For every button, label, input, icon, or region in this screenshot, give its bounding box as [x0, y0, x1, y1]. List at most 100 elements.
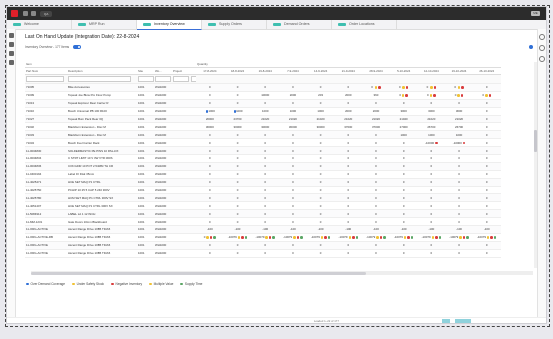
quantity-cell[interactable]: 1000: [279, 107, 307, 116]
filter-cell[interactable]: [154, 74, 172, 84]
filter-cell[interactable]: [25, 74, 67, 84]
quantity-cell[interactable]: 0: [223, 130, 252, 140]
quantity-cell[interactable]: 0: [279, 162, 307, 171]
quantity-cell[interactable]: 0: [196, 154, 224, 163]
quantity-cell[interactable]: 0: [472, 138, 501, 148]
vertical-scroll-thumb[interactable]: [534, 130, 537, 152]
filter-cell[interactable]: [67, 74, 137, 84]
filter-cell[interactable]: [172, 74, 190, 84]
quantity-cell[interactable]: 0: [362, 83, 390, 92]
quantity-cell[interactable]: 0: [445, 241, 473, 250]
quantity-cell[interactable]: 0: [417, 146, 446, 156]
quantity-cell[interactable]: -100: [196, 225, 224, 234]
quantity-cell[interactable]: 1000: [196, 107, 224, 116]
quantity-cell[interactable]: -100: [251, 225, 280, 234]
quantity-cell[interactable]: 0: [196, 99, 224, 108]
quantity-cell[interactable]: -100: [223, 225, 252, 234]
quantity-cell[interactable]: 30000: [279, 122, 307, 132]
quantity-cell[interactable]: 0: [472, 107, 501, 116]
quantity-cell[interactable]: 0: [362, 201, 390, 211]
filter-input[interactable]: [26, 75, 64, 82]
quantity-cell[interactable]: 0: [251, 162, 280, 171]
quantity-cell[interactable]: 0: [279, 209, 307, 219]
quantity-cell[interactable]: 0: [306, 249, 335, 258]
quantity-cell[interactable]: 0: [417, 162, 446, 171]
menu-icon[interactable]: [31, 11, 36, 16]
quantity-cell[interactable]: 0: [306, 217, 335, 227]
quantity-cell[interactable]: 203: [306, 91, 335, 100]
quantity-cell[interactable]: 0: [472, 178, 501, 187]
quantity-cell[interactable]: -10079: [362, 233, 390, 242]
tab-2[interactable]: Inventory Overview: [137, 20, 202, 30]
quantity-cell[interactable]: 0: [334, 201, 363, 211]
date-header[interactable]: 19-10-2024: [445, 67, 473, 75]
quantity-cell[interactable]: 0: [472, 162, 501, 171]
quantity-cell[interactable]: 21020: [389, 115, 418, 124]
table-row[interactable]: 71005 Bike Accessories 1001 WH1000 0 0 0 0 0 0 0 0…: [25, 83, 501, 92]
quantity-cell[interactable]: 0: [334, 138, 363, 148]
tab-0[interactable]: Welcome: [7, 20, 72, 29]
quantity-cell[interactable]: 0: [472, 91, 501, 100]
quantity-cell[interactable]: 0: [279, 193, 307, 203]
filter-input[interactable]: [68, 75, 132, 82]
quantity-cell[interactable]: 0: [223, 178, 252, 187]
quantity-cell[interactable]: 0: [472, 241, 501, 250]
quantity-cell[interactable]: 0: [389, 178, 418, 187]
date-header[interactable]: 21-9-2024: [334, 67, 363, 75]
table-row[interactable]: 71027 Topeak Bum Pack Rear 3Q 1001 WH1000 20…: [25, 115, 501, 124]
quantity-cell[interactable]: 23700: [223, 115, 252, 124]
quantity-cell[interactable]: -100: [279, 225, 307, 234]
quantity-cell[interactable]: 0: [196, 178, 224, 187]
quantity-cell[interactable]: 0: [196, 209, 224, 219]
quantity-cell[interactable]: 0: [279, 201, 307, 211]
date-header[interactable]: 12-10-2024: [417, 67, 446, 75]
quantity-cell[interactable]: 0: [196, 130, 224, 140]
quantity-cell[interactable]: 360: [362, 91, 390, 100]
table-row[interactable]: 11-4025471 HCE SET MAQ P1 CTRL 1001 WH1000 0…: [25, 178, 501, 187]
quantity-cell[interactable]: 0: [251, 217, 280, 227]
quantity-cell[interactable]: -10079: [472, 233, 501, 242]
quantity-cell[interactable]: 0: [334, 83, 363, 92]
quantity-cell[interactable]: 0: [472, 146, 501, 156]
quantity-cell[interactable]: 0: [472, 115, 501, 124]
quantity-cell[interactable]: 0: [279, 170, 307, 179]
quantity-cell[interactable]: 0: [251, 249, 280, 258]
quantity-cell[interactable]: 0: [472, 249, 501, 258]
quantity-cell[interactable]: 0: [196, 233, 224, 242]
help-icon[interactable]: [539, 56, 545, 62]
filter-input[interactable]: [155, 75, 172, 82]
quantity-cell[interactable]: 1000: [251, 107, 280, 116]
horizontal-scrollbar[interactable]: [31, 271, 533, 275]
table-row[interactable]: 11-0034830 SOLDERMASTIC PE PINS 10 RSL-DX…: [25, 146, 501, 156]
quantity-cell[interactable]: 0: [251, 99, 280, 108]
quantity-cell[interactable]: 0: [445, 178, 473, 187]
search-icon[interactable]: [8, 42, 14, 47]
quantity-cell[interactable]: 0: [362, 130, 390, 140]
quantity-cell[interactable]: 0: [196, 217, 224, 227]
quantity-cell[interactable]: 0: [472, 154, 501, 163]
quantity-cell[interactable]: 0: [223, 193, 252, 203]
quantity-cell[interactable]: 0: [223, 91, 252, 100]
quantity-cell[interactable]: 0: [389, 138, 418, 148]
quantity-cell[interactable]: 0: [223, 154, 252, 163]
quantity-cell[interactable]: 0: [362, 99, 390, 108]
quantity-cell[interactable]: 0: [334, 162, 363, 171]
date-header[interactable]: 26-10-2024: [472, 67, 501, 75]
table-row[interactable]: 71013 Topeak Explorer Rear Carrier R 1001 W…: [25, 99, 501, 108]
quantity-cell[interactable]: 0: [306, 241, 335, 250]
vertical-scrollbar[interactable]: [534, 62, 537, 268]
quantity-cell[interactable]: 0: [445, 217, 473, 227]
table-row[interactable]: 11-4051407 HCE SET MAQ P1 CTRL 300V SX 100…: [25, 201, 501, 211]
home-icon[interactable]: [8, 33, 14, 38]
quantity-cell[interactable]: 0: [417, 99, 446, 108]
quantity-cell[interactable]: 10000: [251, 91, 280, 100]
quantity-cell[interactable]: 0: [196, 249, 224, 258]
quantity-cell[interactable]: 21020: [362, 115, 390, 124]
quantity-cell[interactable]: 0: [417, 217, 446, 227]
quantity-cell[interactable]: 0: [279, 186, 307, 195]
quantity-cell[interactable]: 0: [251, 186, 280, 195]
quantity-cell[interactable]: 0: [334, 178, 363, 187]
quantity-cell[interactable]: 0: [389, 146, 418, 156]
quantity-cell[interactable]: -100: [306, 225, 335, 234]
quantity-cell[interactable]: 30000: [196, 122, 224, 132]
